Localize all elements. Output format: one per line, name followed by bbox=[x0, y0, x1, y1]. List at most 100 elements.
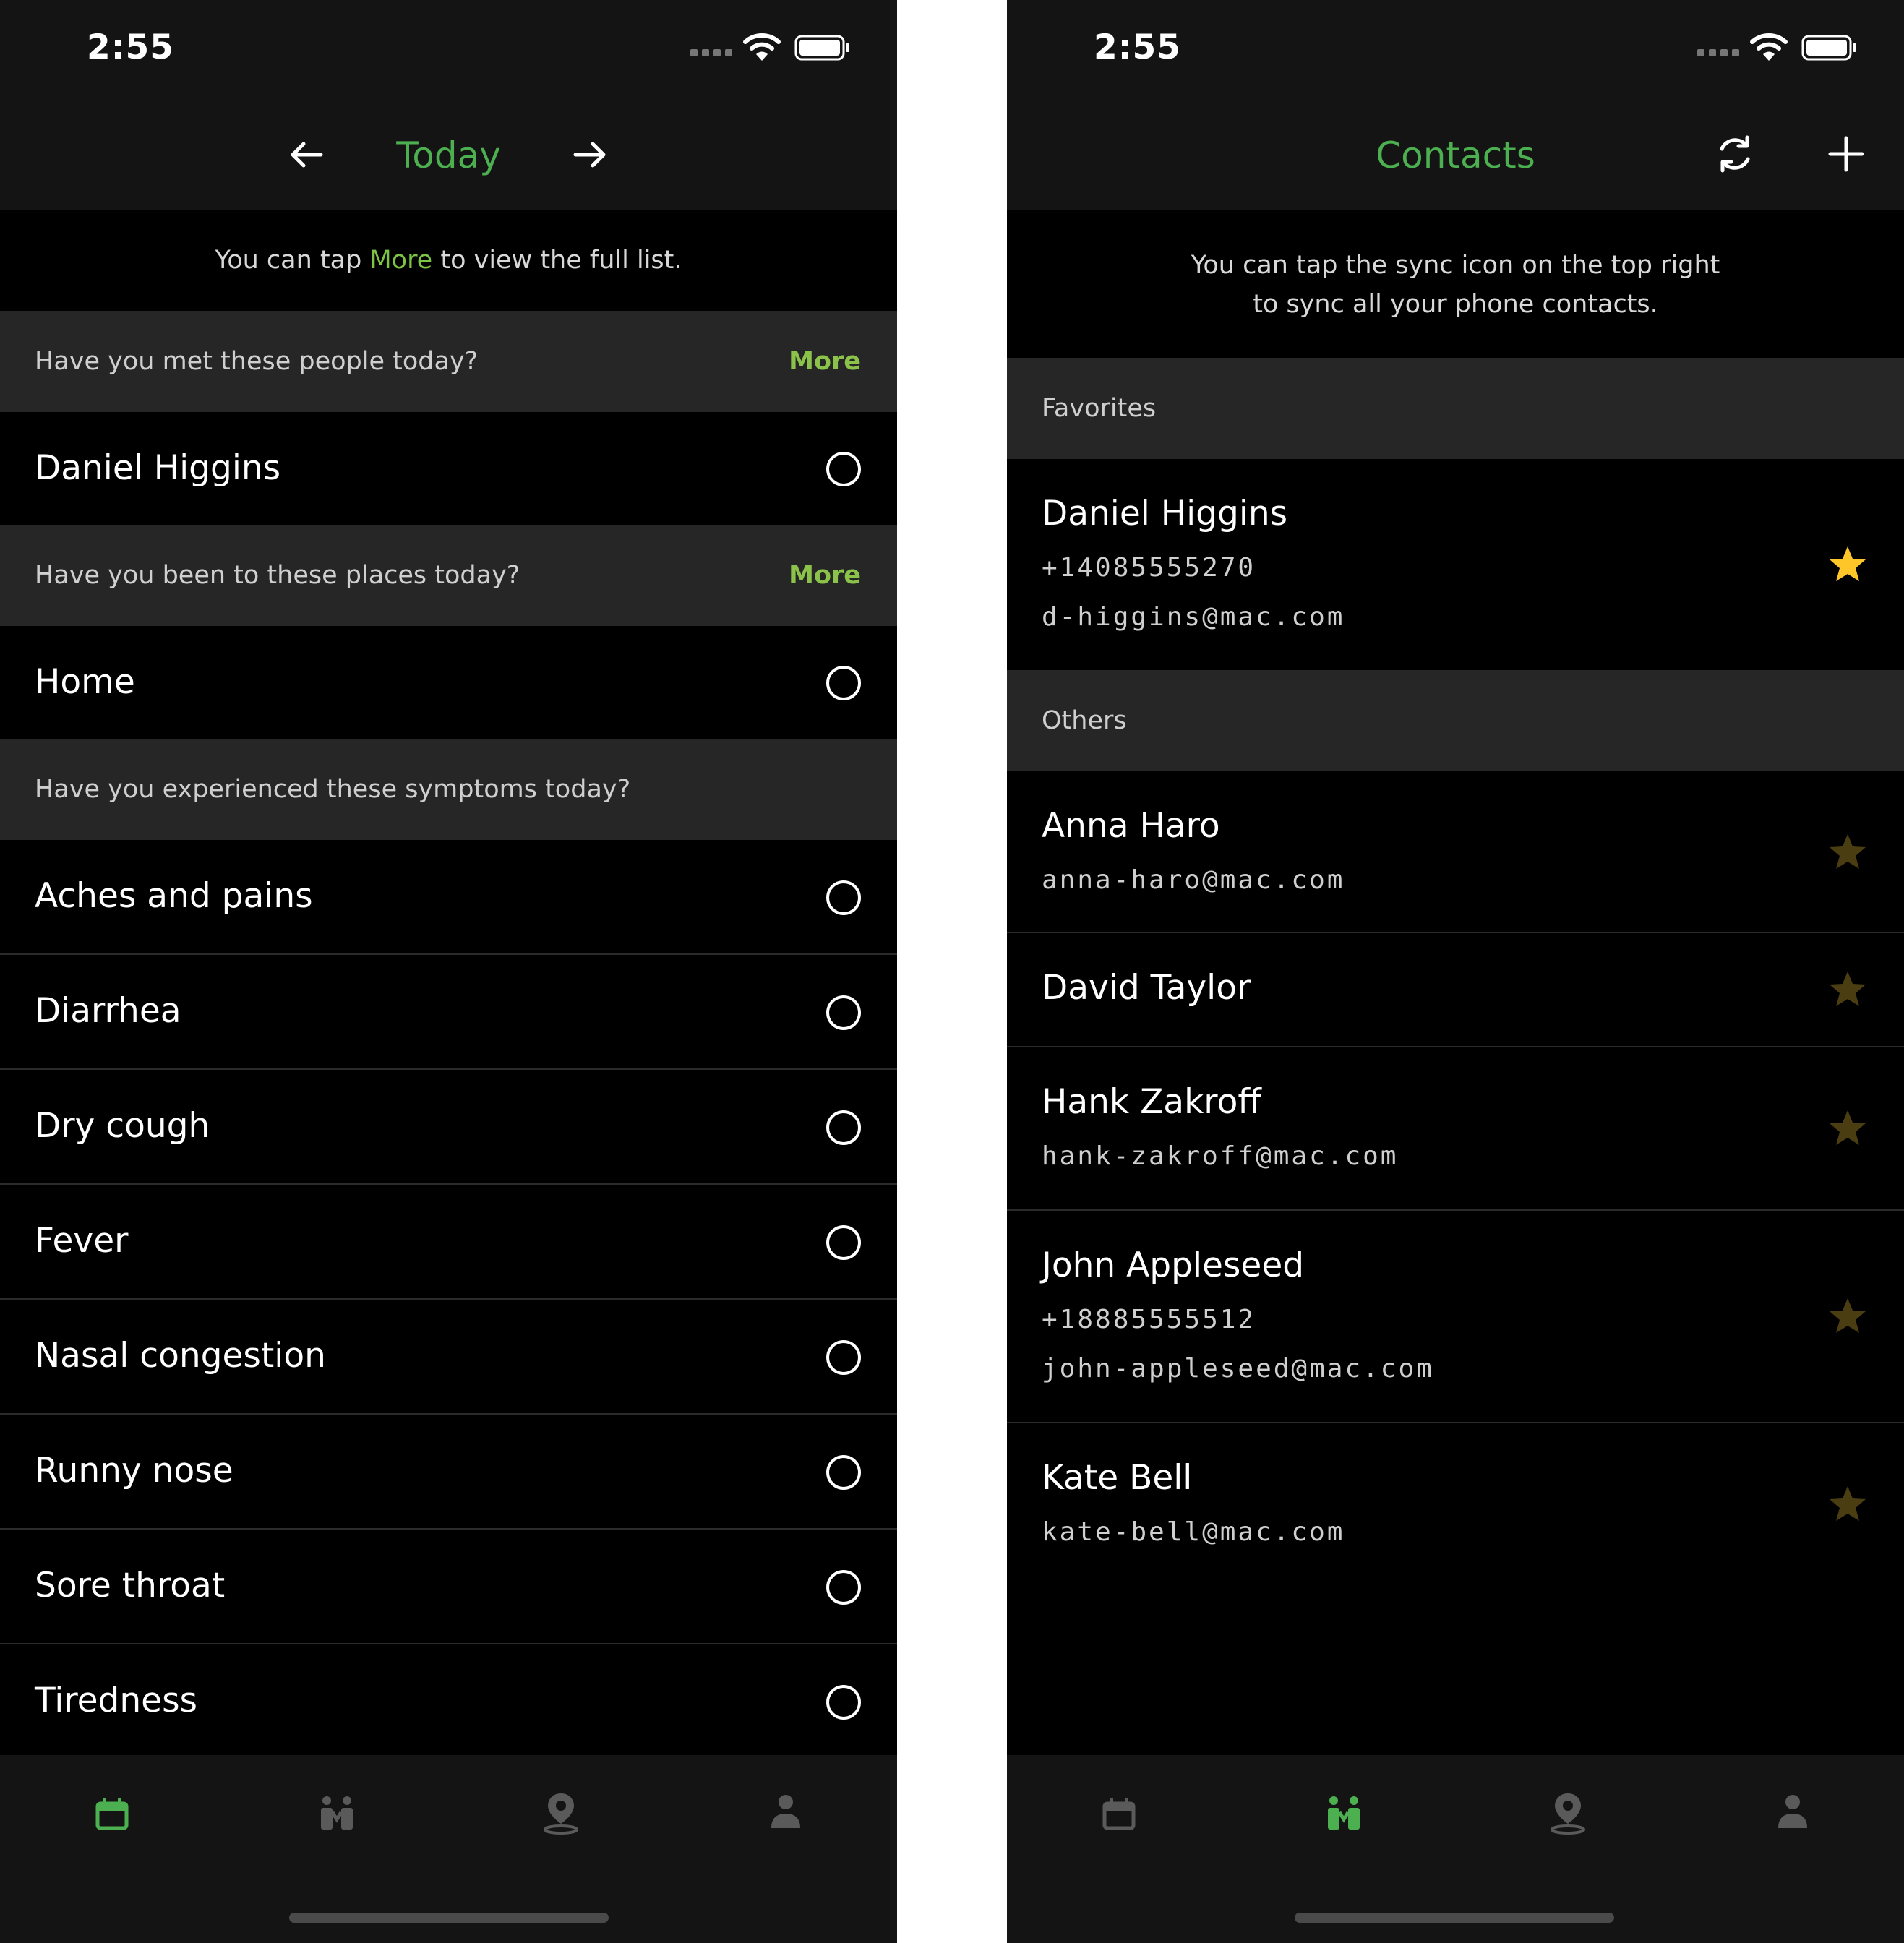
contact-name: Kate Bell bbox=[1042, 1458, 1193, 1498]
favorite-star-icon[interactable] bbox=[1827, 1108, 1868, 1149]
favorite-star-icon[interactable] bbox=[1827, 1296, 1868, 1337]
others-section-header: Others bbox=[1007, 670, 1904, 771]
contact-phone: +18885555512 bbox=[1042, 1305, 1256, 1334]
tab-people-icon[interactable] bbox=[315, 1788, 359, 1838]
list-item[interactable]: Aches and pains bbox=[0, 840, 897, 955]
checkbox-circle-icon[interactable] bbox=[826, 880, 861, 915]
contact-row[interactable]: Kate Bell kate-bell@mac.com bbox=[1007, 1423, 1904, 1590]
tab-calendar-icon[interactable] bbox=[1097, 1788, 1141, 1838]
symptoms-section-header: Have you experienced these symptoms toda… bbox=[0, 739, 897, 840]
checkbox-circle-icon[interactable] bbox=[826, 1570, 861, 1605]
hint-banner: You can tap the sync icon on the top rig… bbox=[1007, 210, 1904, 358]
checkbox-circle-icon[interactable] bbox=[826, 1110, 861, 1145]
contact-email: kate-bell@mac.com bbox=[1042, 1517, 1345, 1547]
contact-email: anna-haro@mac.com bbox=[1042, 865, 1345, 895]
checkbox-circle-icon[interactable] bbox=[826, 1340, 861, 1375]
contact-row[interactable]: Hank Zakroff hank-zakroff@mac.com bbox=[1007, 1047, 1904, 1211]
contact-row[interactable]: Daniel Higgins +14085555270 d-higgins@ma… bbox=[1007, 459, 1904, 670]
list-item[interactable]: Diarrhea bbox=[0, 955, 897, 1070]
favorite-star-icon[interactable] bbox=[1827, 1484, 1868, 1524]
home-indicator bbox=[289, 1913, 609, 1923]
page-title: Today bbox=[396, 134, 501, 176]
contact-name: Hank Zakroff bbox=[1042, 1082, 1261, 1122]
tab-people-icon[interactable] bbox=[1322, 1788, 1365, 1838]
favorite-star-icon[interactable] bbox=[1827, 832, 1868, 872]
symptom-name: Runny nose bbox=[35, 1451, 233, 1491]
tab-location-icon[interactable] bbox=[539, 1788, 583, 1838]
checkbox-circle-icon[interactable] bbox=[826, 1685, 861, 1720]
cellular-signal-icon bbox=[690, 49, 732, 56]
tab-location-icon[interactable] bbox=[1546, 1788, 1590, 1838]
symptom-name: Dry cough bbox=[35, 1106, 210, 1146]
contact-phone: +14085555270 bbox=[1042, 553, 1256, 583]
people-section-header: Have you met these people today? More bbox=[0, 311, 897, 412]
nav-bar: Contacts bbox=[1007, 101, 1904, 210]
others-section-label: Others bbox=[1042, 706, 1127, 735]
status-time: 2:55 bbox=[87, 27, 174, 67]
hint-banner: You can tap More to view the full list. bbox=[0, 210, 897, 311]
hint-more-text: More bbox=[369, 246, 433, 275]
hint-line-1: You can tap the sync icon on the top rig… bbox=[1191, 251, 1720, 280]
list-item[interactable]: Fever bbox=[0, 1185, 897, 1300]
contact-name: Daniel Higgins bbox=[1042, 494, 1288, 533]
people-section-label: Have you met these people today? bbox=[35, 347, 479, 376]
symptom-name: Sore throat bbox=[35, 1566, 226, 1605]
page-title: Contacts bbox=[1376, 134, 1535, 176]
symptom-name: Nasal congestion bbox=[35, 1336, 326, 1376]
checkbox-circle-icon[interactable] bbox=[826, 666, 861, 700]
contact-name: David Taylor bbox=[1042, 968, 1251, 1008]
tab-profile-icon[interactable] bbox=[764, 1788, 807, 1838]
cellular-signal-icon bbox=[1697, 49, 1739, 56]
places-more-link[interactable]: More bbox=[789, 525, 861, 626]
symptom-name: Fever bbox=[35, 1221, 129, 1261]
status-bar: 2:55 bbox=[0, 0, 897, 101]
checkbox-circle-icon[interactable] bbox=[826, 995, 861, 1030]
list-item[interactable]: Sore throat bbox=[0, 1530, 897, 1644]
sync-icon[interactable] bbox=[1714, 133, 1756, 175]
wifi-icon bbox=[743, 33, 781, 61]
place-name: Home bbox=[35, 662, 135, 702]
status-time: 2:55 bbox=[1094, 27, 1181, 67]
symptom-name: Aches and pains bbox=[35, 876, 313, 916]
contact-row[interactable]: John Appleseed +18885555512 john-applese… bbox=[1007, 1211, 1904, 1423]
contact-email: john-appleseed@mac.com bbox=[1042, 1354, 1434, 1384]
checkbox-circle-icon[interactable] bbox=[826, 1455, 861, 1490]
arrow-right-icon[interactable] bbox=[571, 136, 609, 173]
contact-row[interactable]: Anna Haro anna-haro@mac.com bbox=[1007, 771, 1904, 933]
list-item[interactable]: Daniel Higgins bbox=[0, 412, 897, 526]
list-item[interactable]: Runny nose bbox=[0, 1415, 897, 1530]
checkbox-circle-icon[interactable] bbox=[826, 1225, 861, 1260]
list-item[interactable]: Dry cough bbox=[0, 1070, 897, 1185]
contacts-screen: 2:55 Contacts You can tap the sync icon … bbox=[1007, 0, 1904, 1943]
favorites-section-label: Favorites bbox=[1042, 394, 1157, 423]
contact-row[interactable]: David Taylor bbox=[1007, 933, 1904, 1047]
battery-icon bbox=[1801, 35, 1856, 61]
symptom-name: Diarrhea bbox=[35, 991, 181, 1031]
tab-profile-icon[interactable] bbox=[1771, 1788, 1814, 1838]
wifi-icon bbox=[1750, 33, 1788, 61]
favorite-star-icon[interactable] bbox=[1827, 969, 1868, 1010]
contact-email: d-higgins@mac.com bbox=[1042, 602, 1345, 632]
battery-icon bbox=[794, 35, 849, 61]
favorite-star-icon[interactable] bbox=[1827, 544, 1868, 585]
places-section-header: Have you been to these places today? Mor… bbox=[0, 525, 897, 626]
tab-calendar-icon[interactable] bbox=[90, 1788, 134, 1838]
add-icon[interactable] bbox=[1827, 134, 1866, 173]
home-indicator bbox=[1295, 1913, 1614, 1923]
favorites-section-header: Favorites bbox=[1007, 358, 1904, 459]
hint-line-2: to sync all your phone contacts. bbox=[1253, 290, 1658, 319]
list-item[interactable]: Nasal congestion bbox=[0, 1300, 897, 1415]
checkbox-circle-icon[interactable] bbox=[826, 452, 861, 486]
people-more-link[interactable]: More bbox=[789, 311, 861, 412]
places-section-label: Have you been to these places today? bbox=[35, 561, 520, 590]
today-screen: 2:55 Today You can tap More to view the … bbox=[0, 0, 897, 1943]
status-bar: 2:55 bbox=[1007, 0, 1904, 101]
contact-name: John Appleseed bbox=[1042, 1245, 1305, 1285]
list-item[interactable]: Tiredness bbox=[0, 1644, 897, 1759]
symptom-name: Tiredness bbox=[35, 1681, 198, 1720]
person-name: Daniel Higgins bbox=[35, 448, 281, 488]
symptoms-section-label: Have you experienced these symptoms toda… bbox=[35, 775, 631, 804]
list-item[interactable]: Home bbox=[0, 626, 897, 740]
hint-text-suffix: to view the full list. bbox=[432, 246, 682, 275]
contact-name: Anna Haro bbox=[1042, 806, 1220, 846]
